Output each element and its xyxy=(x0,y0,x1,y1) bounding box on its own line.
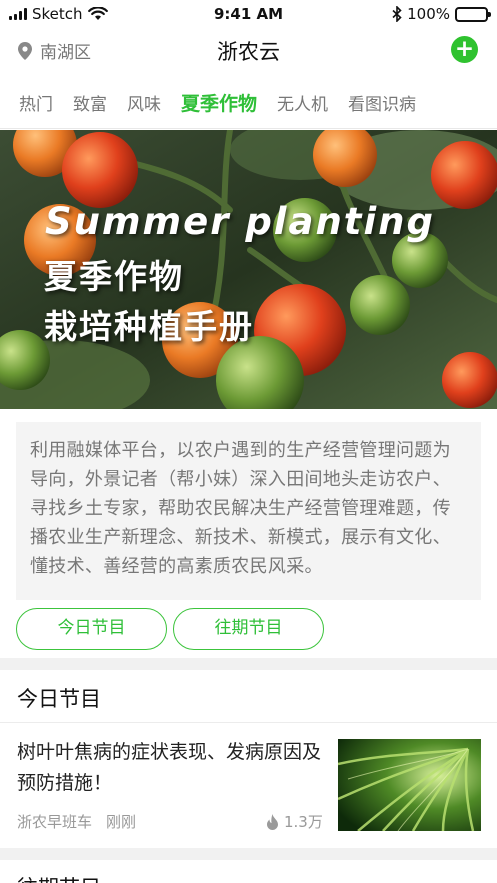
news-item[interactable]: 树叶叶焦病的症状表现、发病原因及预防措施！ 浙农早班车 刚刚 1.3万 xyxy=(0,723,497,848)
news-views: 1.3万 xyxy=(266,811,323,832)
tab-disease-id[interactable]: 看图识病 xyxy=(348,90,416,115)
tabs-divider xyxy=(0,128,497,129)
news-meta: 浙农早班车 刚刚 xyxy=(17,811,136,832)
banner[interactable]: Summer planting 夏季作物 栽培种植手册 xyxy=(0,130,497,409)
today-section-title: 今日节目 xyxy=(17,687,101,711)
tab-summer-crops[interactable]: 夏季作物 xyxy=(181,89,257,116)
category-tabs: 热门 致富 风味 夏季作物 无人机 看图识病 xyxy=(0,84,497,120)
page-title: 浙农云 xyxy=(217,40,280,64)
banner-title-line2: 栽培种植手册 xyxy=(44,307,254,346)
bluetooth-icon xyxy=(392,6,402,22)
battery-icon xyxy=(455,6,491,22)
tab-flavor[interactable]: 风味 xyxy=(127,90,161,115)
banner-title-line1: 夏季作物 xyxy=(44,257,184,296)
news-view-count: 1.3万 xyxy=(284,813,323,831)
palm-leaf-image xyxy=(338,739,481,831)
past-section-title: 往期节目 xyxy=(17,872,101,883)
status-right: 100% xyxy=(392,5,491,23)
app-header: 南湖区 浙农云 + xyxy=(0,28,497,72)
past-program-button[interactable]: 往期节目 xyxy=(173,608,324,650)
plus-circle-icon: + xyxy=(454,36,475,62)
status-bar: Sketch 9:41 AM 100% xyxy=(0,0,497,28)
banner-english-title: Summer planting xyxy=(45,200,435,243)
program-description: 利用融媒体平台，以农户遇到的生产经营管理问题为导向，外景记者（帮小妹）深入田间地… xyxy=(16,422,481,600)
news-thumbnail xyxy=(338,739,481,831)
battery-percent: 100% xyxy=(407,5,450,23)
section-gap-2 xyxy=(0,848,497,860)
flame-icon xyxy=(267,813,278,830)
news-source: 浙农早班车 xyxy=(17,813,93,831)
tab-wealth[interactable]: 致富 xyxy=(73,90,107,115)
program-buttons: 今日节目 往期节目 xyxy=(16,608,324,650)
tab-hot[interactable]: 热门 xyxy=(19,90,53,115)
section-gap xyxy=(0,658,497,670)
news-title: 树叶叶焦病的症状表现、发病原因及预防措施！ xyxy=(17,741,322,794)
tab-drone[interactable]: 无人机 xyxy=(277,90,328,115)
today-program-button[interactable]: 今日节目 xyxy=(16,608,167,650)
add-button[interactable]: + xyxy=(451,36,478,63)
news-time: 刚刚 xyxy=(106,813,137,831)
